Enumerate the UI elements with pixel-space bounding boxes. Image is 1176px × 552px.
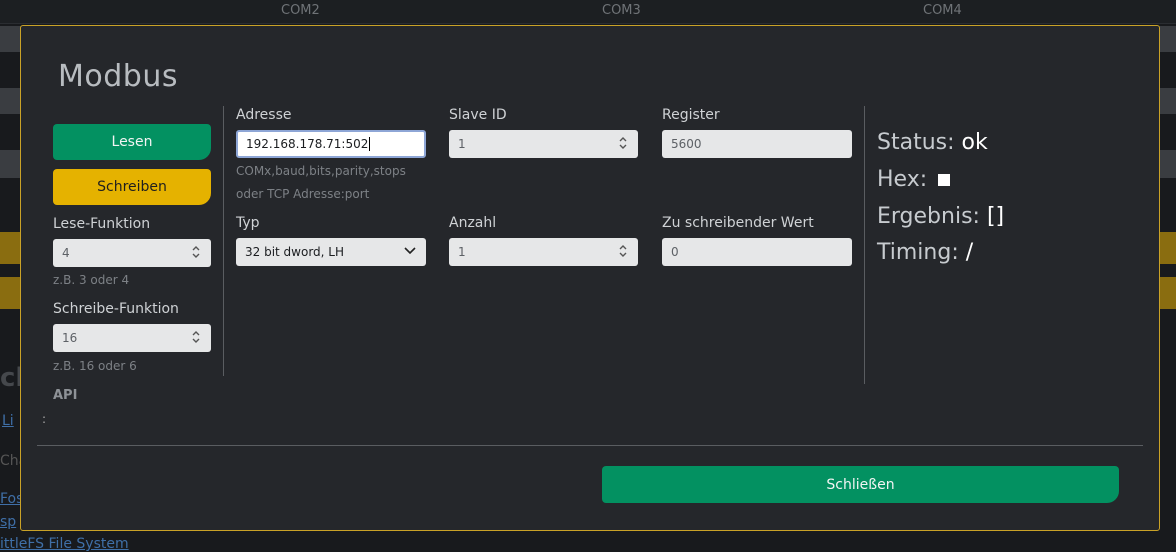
status-label: Status: (877, 130, 955, 155)
slave-id-value: 1 (458, 137, 466, 151)
timing-value: / (965, 240, 974, 265)
timing-label: Timing: (877, 240, 959, 265)
result-row: Ergebnis: [] (877, 204, 1004, 229)
status-row: Status: ok (877, 130, 988, 155)
write-function-label: Schreibe-Funktion (53, 301, 179, 317)
chevron-down-icon (404, 247, 416, 255)
write-value-input[interactable]: 0 (662, 238, 852, 266)
register-label: Register (662, 107, 720, 123)
spinner-icon[interactable] (618, 244, 628, 258)
write-function-hint: z.B. 16 oder 6 (53, 359, 137, 373)
count-label: Anzahl (449, 215, 497, 231)
slave-id-label: Slave ID (449, 107, 507, 123)
count-value: 1 (458, 245, 466, 259)
address-label: Adresse (236, 107, 292, 123)
dialog-title: Modbus (58, 59, 178, 94)
hex-label: Hex: (877, 167, 928, 192)
type-value: 32 bit dword, LH (245, 245, 345, 259)
spinner-icon[interactable] (191, 245, 201, 259)
timing-row: Timing: / (877, 240, 973, 265)
close-button[interactable]: Schließen (602, 466, 1119, 503)
type-select[interactable]: 32 bit dword, LH (236, 238, 426, 266)
address-value: 192.168.178.71:502 (246, 137, 369, 151)
register-value: 5600 (671, 137, 702, 151)
address-hint-1: COMx,baud,bits,parity,stops (236, 164, 406, 178)
type-label: Typ (236, 215, 260, 231)
write-function-input[interactable]: 16 (53, 324, 211, 352)
column-divider (223, 106, 224, 376)
register-input[interactable]: 5600 (662, 130, 852, 158)
tab-com3[interactable]: COM3 (602, 3, 641, 18)
count-input[interactable]: 1 (449, 238, 638, 266)
tab-com2[interactable]: COM2 (281, 3, 320, 18)
modbus-dialog: Modbus Lesen Schreiben Lese-Funktion 4 z… (20, 25, 1160, 531)
footer-divider (37, 445, 1143, 446)
address-hint-2: oder TCP Adresse:port (236, 187, 370, 201)
write-value-value: 0 (671, 245, 679, 259)
hex-row: Hex: (877, 167, 951, 192)
result-label: Ergebnis: (877, 204, 980, 229)
api-colon: : (42, 412, 47, 426)
write-button[interactable]: Schreiben (53, 169, 211, 205)
background-link[interactable]: sp (0, 514, 16, 530)
slave-id-input[interactable]: 1 (449, 130, 638, 158)
background-link-littlefs[interactable]: ittleFS File System (0, 536, 129, 552)
address-input[interactable]: 192.168.178.71:502 (236, 130, 426, 158)
column-divider (864, 106, 865, 384)
spinner-icon[interactable] (191, 330, 201, 344)
status-value: ok (961, 130, 988, 155)
hex-checkbox[interactable] (938, 174, 951, 186)
tab-com4[interactable]: COM4 (923, 3, 962, 18)
spinner-icon[interactable] (618, 136, 628, 150)
read-function-hint: z.B. 3 oder 4 (53, 273, 130, 287)
read-button[interactable]: Lesen (53, 124, 211, 160)
read-function-label: Lese-Funktion (53, 216, 151, 232)
background-link[interactable]: Li (2, 413, 14, 429)
result-value: [] (986, 204, 1005, 229)
write-function-value: 16 (62, 331, 78, 345)
read-function-value: 4 (62, 246, 70, 260)
read-function-input[interactable]: 4 (53, 239, 211, 267)
background-tab-bar: COM2 COM3 COM4 (0, 0, 1176, 24)
api-label: API (53, 388, 78, 403)
write-value-label: Zu schreibender Wert (662, 215, 814, 231)
